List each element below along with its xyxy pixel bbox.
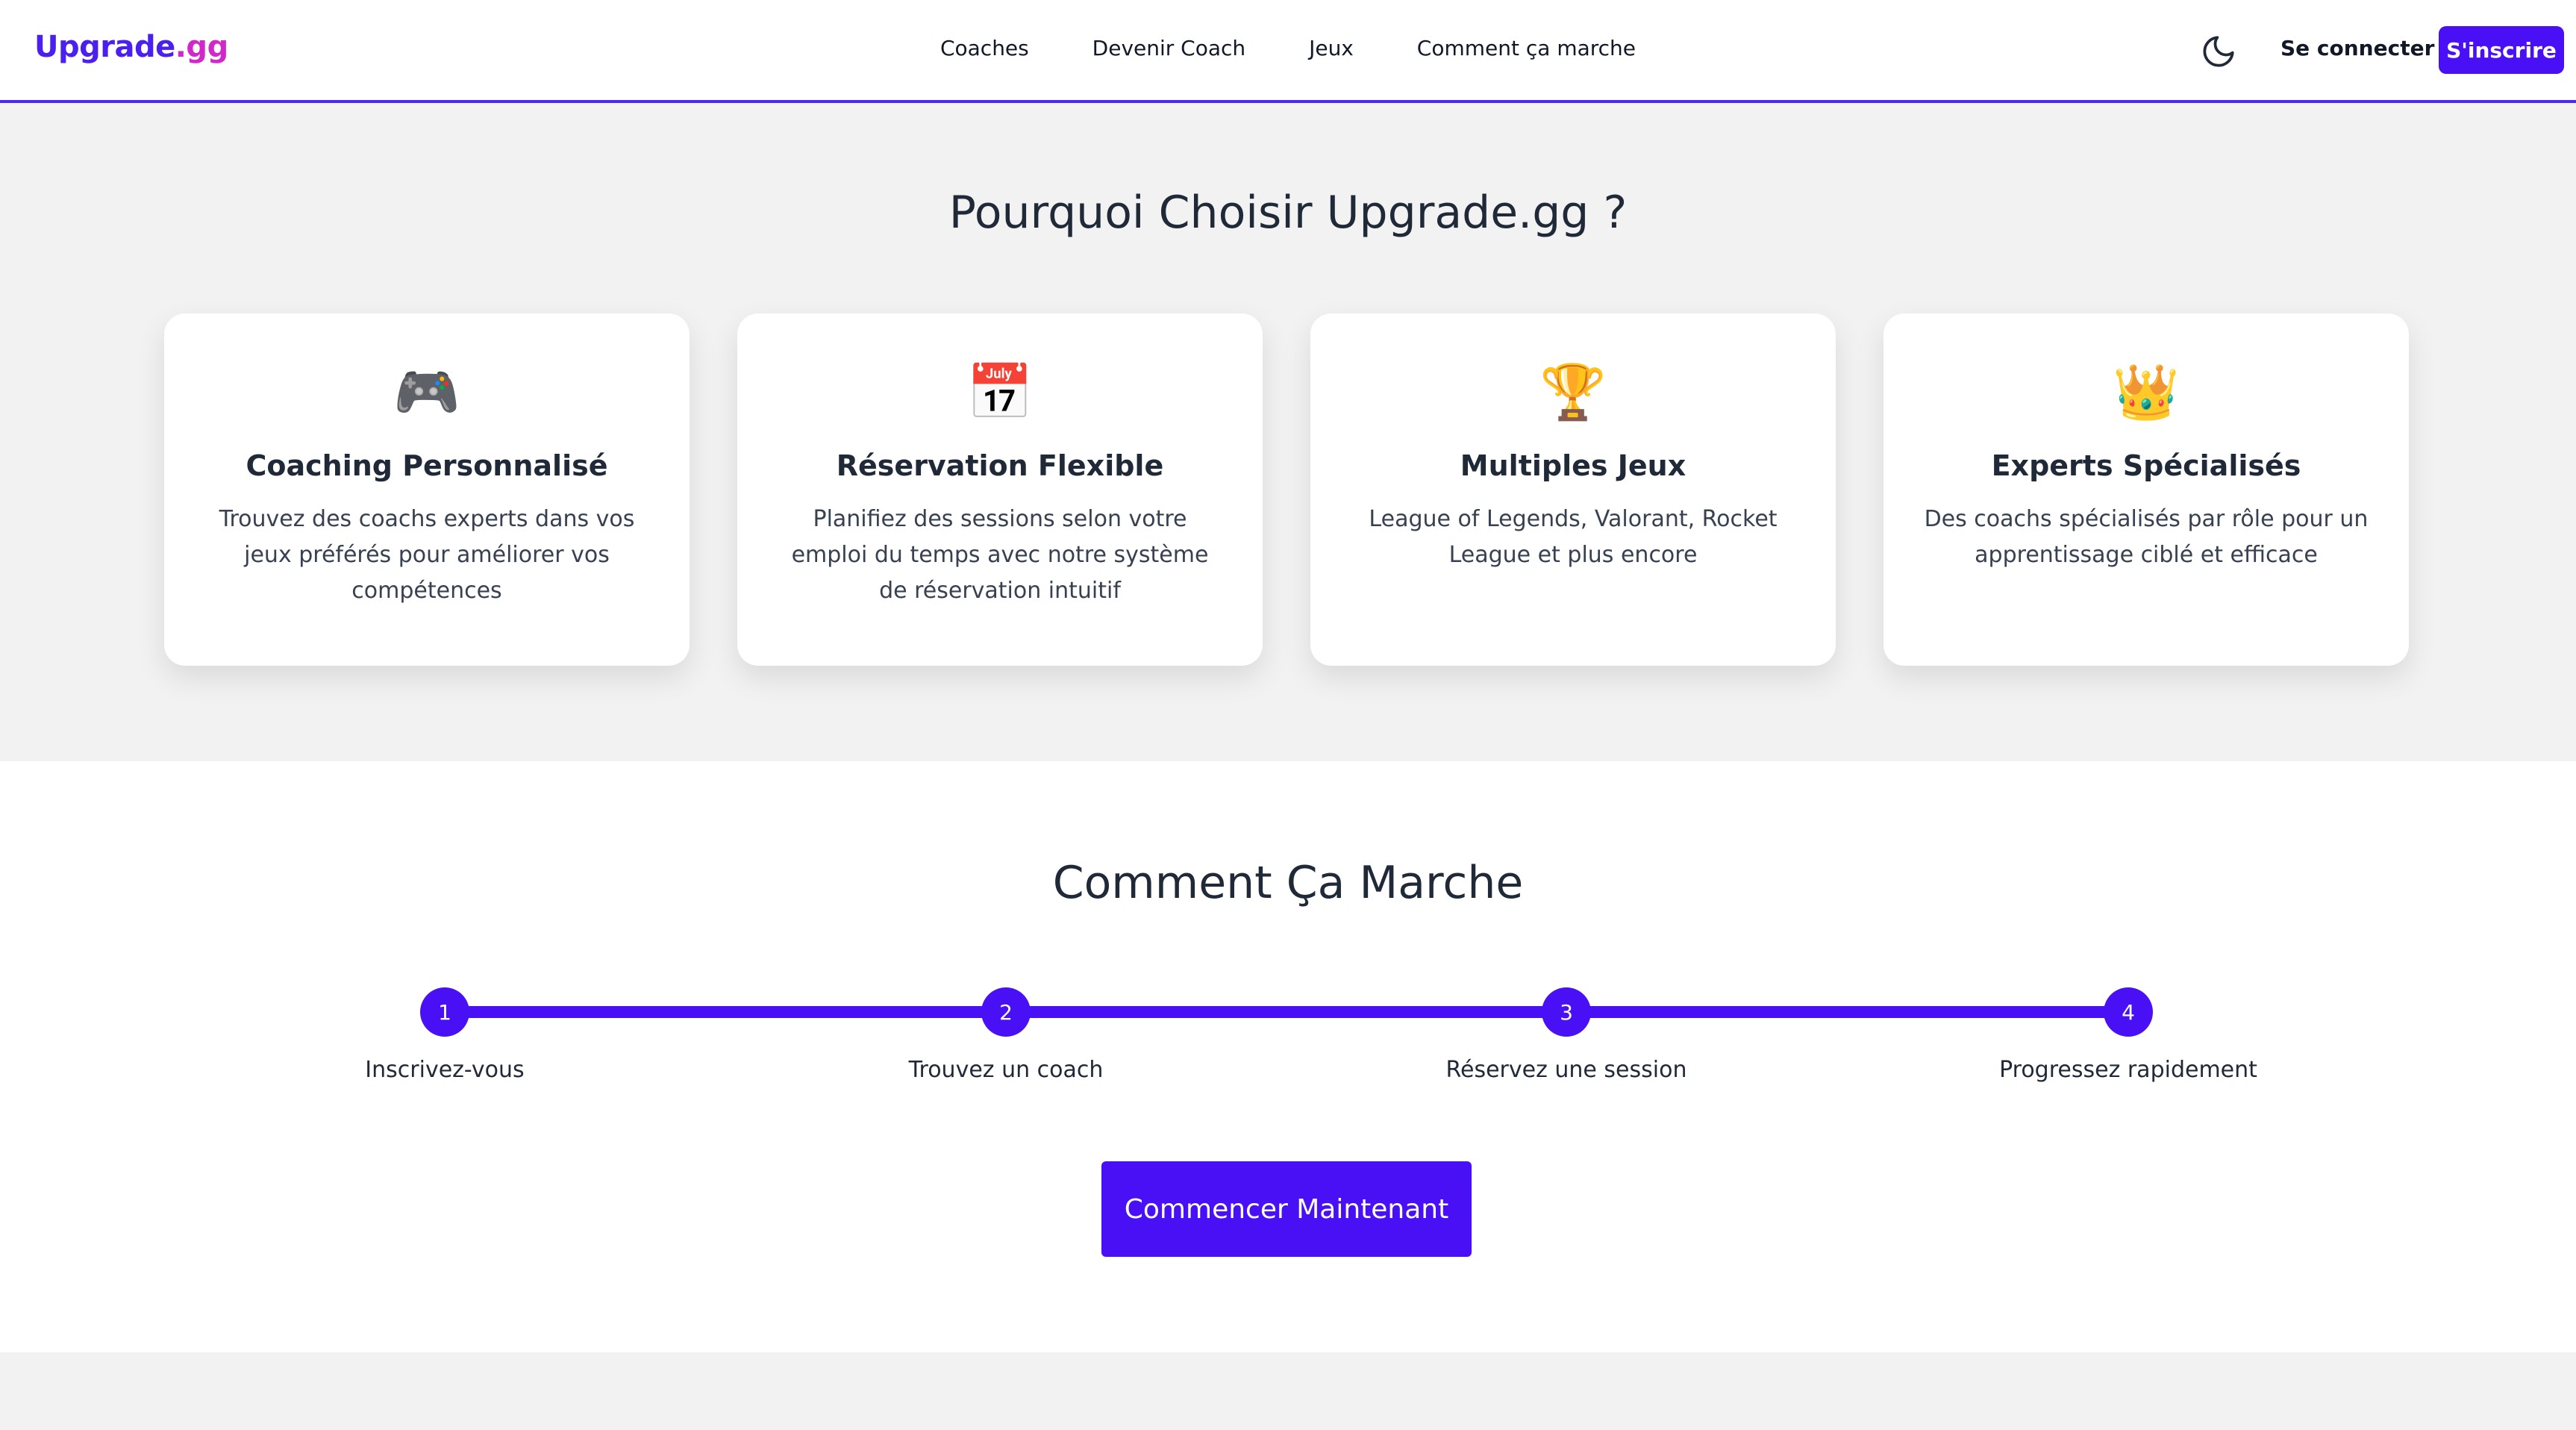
feature-card-jeux: 🏆 Multiples Jeux League of Legends, Valo… (1310, 313, 1836, 666)
feature-card-title: Multiples Jeux (1460, 449, 1686, 482)
login-link[interactable]: Se connecter (2280, 36, 2434, 60)
how-section-title: Comment Ça Marche (1052, 857, 1524, 909)
step-number-2: 2 (981, 987, 1031, 1037)
trophy-icon: 🏆 (1539, 360, 1607, 423)
progress-track (445, 1006, 2128, 1018)
feature-card-title: Experts Spécialisés (1991, 449, 2301, 482)
start-now-button[interactable]: Commencer Maintenant (1101, 1161, 1472, 1257)
feature-card-coaching: 🎮 Coaching Personnalisé Trouvez des coac… (164, 313, 690, 666)
gamepad-icon: 🎮 (393, 360, 460, 423)
feature-card-title: Coaching Personnalisé (246, 449, 608, 482)
feature-card-title: Réservation Flexible (836, 449, 1164, 482)
feature-card-description: League of Legends, Valorant, Rocket Leag… (1369, 506, 1778, 568)
step-number-1: 1 (420, 987, 469, 1037)
nav-link-coaches[interactable]: Coaches (940, 36, 1029, 60)
step-label-3: Réservez une session (1445, 1057, 1687, 1083)
step-label-2: Trouvez un coach (908, 1057, 1104, 1083)
why-section-title: Pourquoi Choisir Upgrade.gg ? (948, 187, 1628, 239)
calendar-icon: 📅 (966, 360, 1034, 423)
feature-card-description: Trouvez des coachs experts dans vos jeux… (219, 506, 635, 604)
step-label-1: Inscrivez-vous (365, 1057, 525, 1083)
step-label-4: Progressez rapidement (1999, 1057, 2257, 1083)
moon-icon[interactable] (2200, 33, 2237, 70)
step-number-3: 3 (1542, 987, 1591, 1037)
how-it-works-section: Comment Ça Marche 1 2 3 4 Inscrivez-vous… (0, 761, 2576, 1352)
nav-link-jeux[interactable]: Jeux (1309, 36, 1354, 60)
step-number-4: 4 (2104, 987, 2153, 1037)
top-navigation-bar: Upgrade.gg Coaches Devenir Coach Jeux Co… (0, 0, 2576, 103)
feature-card-experts: 👑 Experts Spécialisés Des coachs spécial… (1883, 313, 2409, 666)
nav-link-devenir-coach[interactable]: Devenir Coach (1092, 36, 1246, 60)
feature-card-reservation: 📅 Réservation Flexible Planifiez des ses… (737, 313, 1263, 666)
feature-card-description: Planifiez des sessions selon votre emplo… (791, 506, 1209, 604)
feature-card-description: Des coachs spécialisés par rôle pour un … (1924, 506, 2369, 568)
main-nav: Coaches Devenir Coach Jeux Comment ça ma… (0, 36, 2576, 60)
nav-link-comment-ca-marche[interactable]: Comment ça marche (1417, 36, 1636, 60)
signup-button[interactable]: S'inscrire (2439, 26, 2564, 74)
crown-icon: 👑 (2113, 360, 2180, 423)
